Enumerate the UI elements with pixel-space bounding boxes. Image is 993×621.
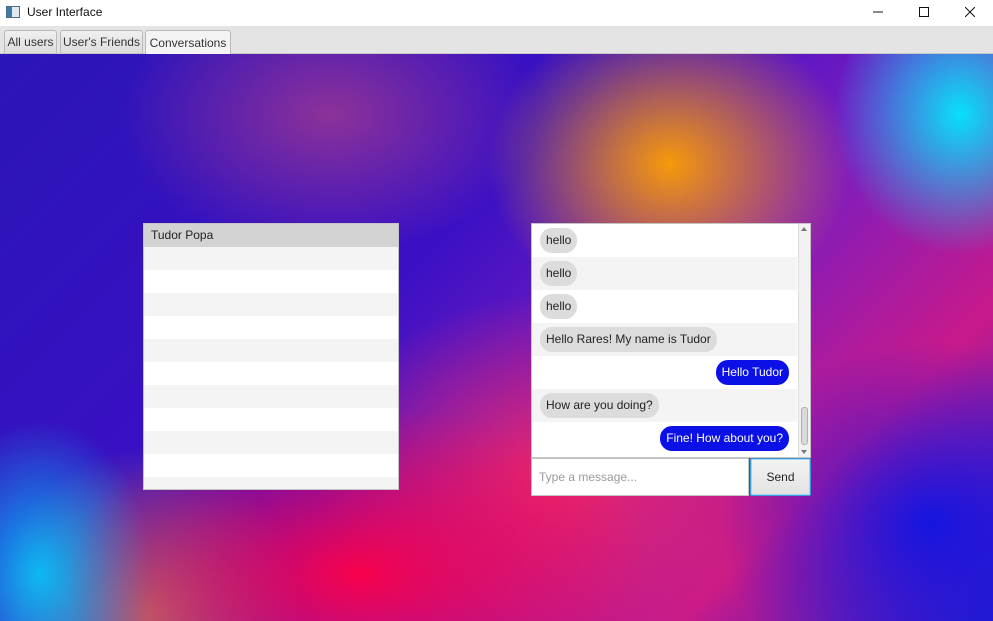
incoming-message-bubble: How are you doing? [540, 393, 659, 418]
message-row: Fine! How about you? [532, 422, 797, 455]
conversation-user-list[interactable]: Tudor Popa [143, 223, 399, 490]
message-input[interactable] [531, 458, 749, 496]
tab-conversations[interactable]: Conversations [145, 30, 231, 54]
empty-list-row [144, 385, 398, 408]
conversations-pane: Tudor Popa hello hello hello Hello Rares… [0, 54, 993, 621]
message-row: hello [532, 290, 797, 323]
app-window-icon [6, 6, 20, 18]
empty-list-row [144, 362, 398, 385]
empty-list-row [144, 454, 398, 477]
close-button[interactable] [947, 0, 993, 24]
scroll-up-arrow-icon[interactable] [801, 227, 807, 231]
empty-list-row [144, 247, 398, 270]
message-row: How are you doing? [532, 389, 797, 422]
tab-all-users[interactable]: All users [4, 30, 57, 53]
chat-message-list[interactable]: hello hello hello Hello Rares! My name i… [531, 223, 811, 458]
empty-list-row [144, 293, 398, 316]
user-list-item[interactable]: Tudor Popa [144, 224, 398, 247]
empty-list-row [144, 270, 398, 293]
close-icon [965, 7, 975, 17]
scrollbar-thumb[interactable] [801, 407, 808, 445]
incoming-message-bubble: hello [540, 228, 578, 253]
empty-list-row [144, 431, 398, 454]
empty-list-row [144, 477, 398, 489]
minimize-icon [873, 11, 883, 13]
minimize-button[interactable] [855, 0, 901, 24]
tab-users-friends[interactable]: User's Friends [60, 30, 143, 53]
outgoing-message-bubble: Fine! How about you? [660, 426, 789, 451]
scroll-down-arrow-icon[interactable] [801, 450, 807, 454]
tab-bar: All users User's Friends Conversations [0, 26, 993, 54]
chat-messages: hello hello hello Hello Rares! My name i… [532, 224, 797, 455]
message-row: Hello Rares! My name is Tudor [532, 323, 797, 356]
message-row: Hello Tudor [532, 356, 797, 389]
empty-list-row [144, 408, 398, 431]
maximize-button[interactable] [901, 0, 947, 24]
incoming-message-bubble: hello [540, 294, 578, 319]
send-button[interactable]: Send [750, 458, 811, 496]
title-bar: User Interface [0, 0, 993, 24]
outgoing-message-bubble: Hello Tudor [715, 360, 789, 385]
empty-list-row [144, 339, 398, 362]
message-row: hello [532, 257, 797, 290]
message-row: hello [532, 224, 797, 257]
window-controls [855, 0, 993, 24]
empty-list-row [144, 316, 398, 339]
chat-scrollbar[interactable] [798, 224, 810, 457]
incoming-message-bubble: Hello Rares! My name is Tudor [540, 327, 717, 352]
window-title: User Interface [27, 5, 103, 19]
incoming-message-bubble: hello [540, 261, 578, 286]
maximize-icon [919, 7, 929, 17]
